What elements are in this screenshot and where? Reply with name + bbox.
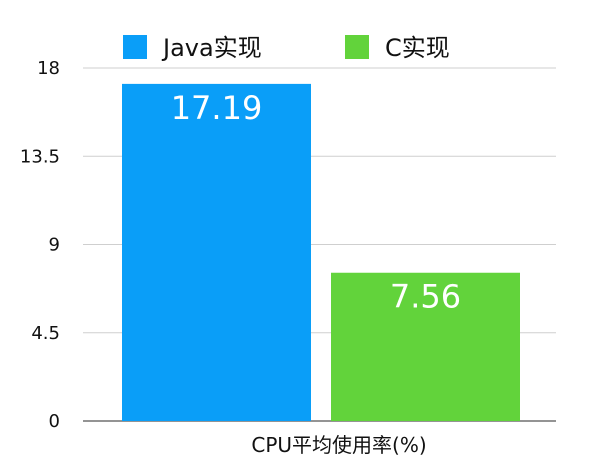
y-tick-label: 18: [37, 58, 60, 79]
y-axis-ticks: 0 4.5 9 13.5 18: [20, 58, 60, 432]
y-tick-label: 13.5: [20, 146, 60, 167]
legend-swatch-c: [345, 35, 369, 59]
legend-label-c: C实现: [385, 34, 450, 62]
legend-item-c: C实现: [345, 34, 450, 62]
bar-chart: Java实现 C实现 0 4.5 9 13.5 18 17.19 7.56 CPU平均使用…: [20, 34, 556, 457]
data-label-java: 17.19: [171, 89, 263, 127]
y-tick-label: 9: [49, 235, 60, 256]
y-tick-label: 0: [49, 411, 60, 432]
x-axis-category-label: CPU平均使用率(%): [251, 433, 426, 457]
y-tick-label: 4.5: [31, 323, 60, 344]
legend-item-java: Java实现: [123, 34, 262, 62]
bar-java: [122, 83, 311, 421]
legend-label-java: Java实现: [161, 34, 262, 62]
legend-swatch-java: [123, 35, 147, 59]
legend: Java实现 C实现: [123, 34, 450, 62]
bars: [122, 83, 520, 421]
data-label-c: 7.56: [390, 278, 461, 316]
chart-container: Java实现 C实现 0 4.5 9 13.5 18 17.19 7.56 CPU平均使用…: [0, 0, 602, 475]
